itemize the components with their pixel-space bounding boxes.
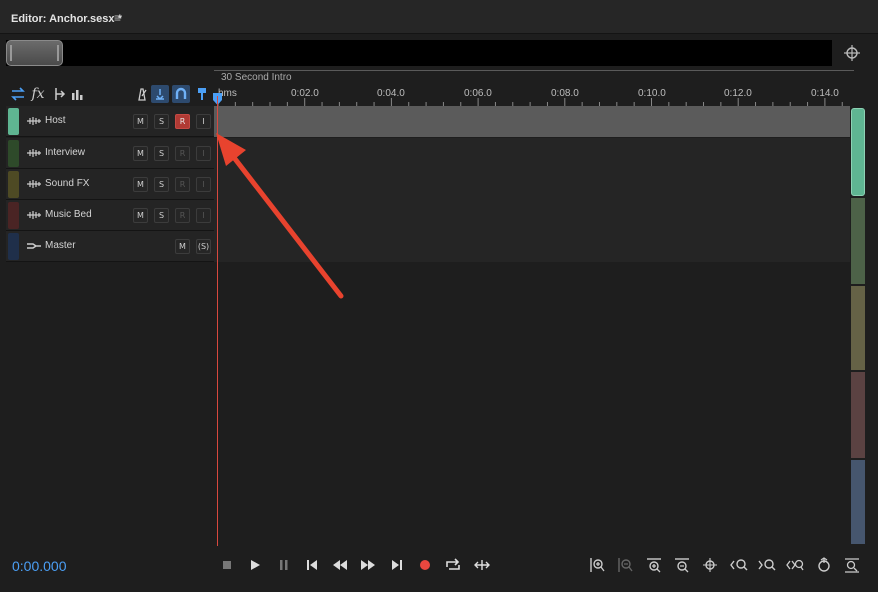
record-arm-button[interactable]: R [175, 114, 190, 129]
zoom-out-time-icon[interactable] [673, 556, 691, 574]
playhead-line[interactable] [217, 96, 218, 546]
multitrack-area: Host M S R I Interview M S R I Sound FX … [6, 106, 850, 546]
zoom-in-time-icon[interactable] [645, 556, 663, 574]
solo-button[interactable]: S [154, 114, 169, 129]
zoom-navigator-thumb[interactable] [6, 40, 63, 66]
zoom-navigator-toggle-icon[interactable] [842, 43, 862, 63]
monitor-input-button[interactable]: I [196, 114, 211, 129]
monitor-input-button[interactable]: I [196, 208, 211, 223]
master-bus-icon [27, 243, 41, 249]
mute-button[interactable]: M [133, 208, 148, 223]
record-arm-button[interactable]: R [175, 208, 190, 223]
mute-button[interactable]: M [133, 114, 148, 129]
scrollbar-thumb[interactable] [851, 108, 865, 196]
track-row[interactable]: Host M S R I [6, 106, 850, 137]
go-to-end-icon[interactable] [388, 556, 406, 574]
skip-selection-icon[interactable] [473, 556, 491, 574]
marker-icon[interactable] [193, 85, 211, 103]
track-color-swatch [8, 233, 19, 260]
track-name[interactable]: Sound FX [45, 178, 89, 189]
waveform-icon [27, 117, 41, 125]
scrollbar-segment [851, 460, 865, 544]
monitor-input-button[interactable]: I [196, 146, 211, 161]
track-color-swatch [8, 108, 19, 135]
eq-icon[interactable] [69, 85, 87, 103]
track-lane[interactable] [214, 231, 850, 262]
mute-button[interactable]: M [175, 239, 190, 254]
range-marker-label[interactable]: 30 Second Intro [221, 72, 292, 83]
waveform-icon [27, 149, 41, 157]
editor-panel-header: Editor: Anchor.sesx * ≡ [0, 0, 878, 34]
transport-bar: 0:00.000 [0, 548, 878, 592]
zoom-in-left-icon[interactable] [730, 556, 748, 574]
record-icon[interactable] [416, 556, 434, 574]
waveform-icon [27, 211, 41, 219]
stop-icon[interactable] [218, 556, 236, 574]
mute-button[interactable]: M [133, 177, 148, 192]
ruler-ticks [217, 98, 843, 106]
fx-icon[interactable]: fx [29, 85, 47, 103]
fast-forward-icon[interactable] [359, 556, 377, 574]
zoom-in-amplitude-icon[interactable] [588, 556, 606, 574]
track-lane[interactable] [214, 138, 850, 169]
track-name[interactable]: Master [45, 240, 76, 251]
solo-button[interactable]: S [154, 208, 169, 223]
go-to-start-icon[interactable] [303, 556, 321, 574]
track-lane[interactable] [214, 169, 850, 200]
current-time-display[interactable]: 0:00.000 [12, 558, 67, 574]
magnet-icon[interactable] [172, 85, 190, 103]
zoom-out-amplitude-icon[interactable] [616, 556, 634, 574]
solo-button[interactable]: S [154, 146, 169, 161]
record-arm-button[interactable]: R [175, 177, 190, 192]
pause-icon[interactable] [275, 556, 293, 574]
track-name[interactable]: Music Bed [45, 209, 92, 220]
zoom-out-full-icon[interactable] [843, 556, 861, 574]
loop-icon[interactable] [444, 556, 462, 574]
metronome-icon[interactable] [133, 85, 151, 103]
master-track-row[interactable]: Master M (S) [6, 231, 850, 262]
snap-icon[interactable] [151, 85, 169, 103]
zoom-in-right-icon[interactable] [758, 556, 776, 574]
panel-title: Editor: Anchor.sesx * [11, 13, 122, 25]
zoom-reset-icon[interactable] [701, 556, 719, 574]
track-header-toolbar: fx [6, 82, 214, 106]
timeline-ruler[interactable]: 30 Second Intro hms 0:02.0 0:04.0 0:06.0… [214, 70, 854, 106]
monitor-input-button[interactable]: I [196, 177, 211, 192]
scrollbar-segment [851, 372, 865, 458]
track-row[interactable]: Music Bed M S R I [6, 200, 850, 231]
sends-icon[interactable] [50, 85, 68, 103]
track-name[interactable]: Interview [45, 147, 85, 158]
zoom-tracks-icon[interactable] [815, 556, 833, 574]
track-lane[interactable] [214, 106, 850, 137]
track-row[interactable]: Sound FX M S R I [6, 169, 850, 200]
track-lane[interactable] [214, 200, 850, 231]
play-icon[interactable] [246, 556, 264, 574]
scrollbar-segment [851, 198, 865, 284]
track-color-swatch [8, 171, 19, 198]
zoom-selection-icon[interactable] [786, 556, 804, 574]
marker-range-line [214, 70, 854, 71]
solo-button[interactable]: S [154, 177, 169, 192]
hamburger-menu-icon[interactable]: ≡ [114, 11, 121, 25]
rewind-icon[interactable] [331, 556, 349, 574]
scrollbar-segment [851, 286, 865, 370]
input-output-icon[interactable] [9, 85, 27, 103]
mute-button[interactable]: M [133, 146, 148, 161]
track-name[interactable]: Host [45, 115, 66, 126]
waveform-icon [27, 180, 41, 188]
zoom-navigator[interactable] [6, 40, 832, 66]
track-row[interactable]: Interview M S R I [6, 138, 850, 169]
record-arm-button[interactable]: R [175, 146, 190, 161]
track-vertical-scrollbar[interactable] [850, 108, 866, 546]
track-color-swatch [8, 140, 19, 167]
solo-safe-button[interactable]: (S) [196, 239, 211, 254]
track-color-swatch [8, 202, 19, 229]
